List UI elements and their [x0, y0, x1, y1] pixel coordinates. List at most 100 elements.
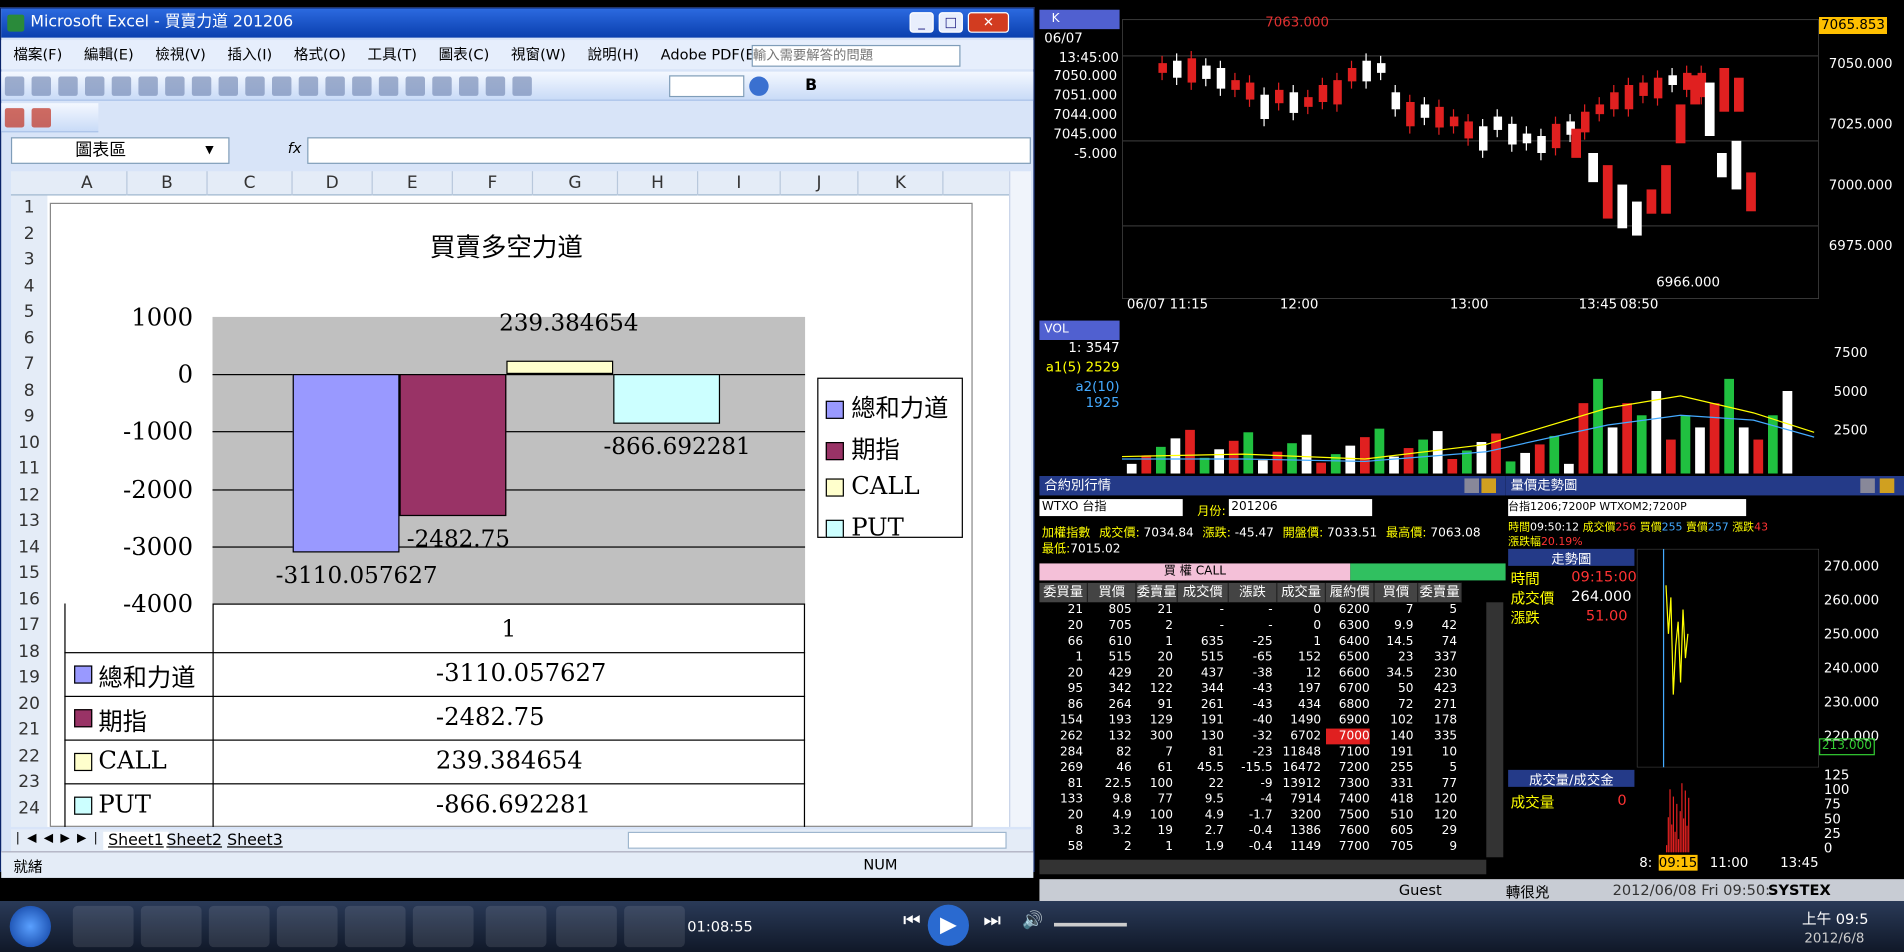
row-header-16[interactable]: 16 — [11, 590, 47, 609]
options-row[interactable]: 269 46 61 45.5 -15.5 16472 7200 255 5 — [1039, 760, 1486, 776]
options-col-header[interactable]: 委買量 — [1039, 582, 1089, 603]
column-header-F[interactable]: F — [453, 171, 534, 196]
plot-area[interactable] — [212, 316, 806, 605]
horizontal-scrollbar[interactable] — [627, 831, 1007, 849]
row-header-6[interactable]: 6 — [11, 328, 47, 347]
options-row[interactable]: 58 2 1 1.9 -0.4 1149 7700 705 9 — [1039, 839, 1486, 855]
row-header-21[interactable]: 21 — [11, 720, 47, 739]
product-select[interactable]: WTXO 台指 — [1039, 499, 1183, 517]
sheet-nav-icons[interactable]: |◀◀▶▶| — [16, 832, 105, 845]
options-row[interactable]: 284 82 7 81 -23 11848 7100 191 10 — [1039, 744, 1486, 760]
options-row[interactable]: 262 132 300 130 -32 6702 7000 140 335 — [1039, 728, 1486, 745]
app-icon-3[interactable] — [208, 905, 270, 948]
pdf-convert-icon[interactable] — [4, 108, 25, 128]
copy-icon[interactable] — [245, 76, 265, 96]
bar-總和力道[interactable] — [292, 374, 400, 553]
app-icon-2[interactable] — [140, 905, 202, 948]
maximize-button[interactable]: □ — [938, 12, 963, 33]
volume-bars[interactable] — [1122, 323, 1819, 474]
format-painter-icon[interactable] — [298, 76, 319, 96]
menu-edit[interactable]: 編輯(E) — [84, 46, 134, 63]
options-row[interactable]: 1 515 20 515 -65 152 6500 23 337 — [1039, 650, 1486, 666]
formula-bar[interactable] — [307, 137, 1031, 164]
options-col-header[interactable]: 履約價 — [1326, 582, 1375, 603]
menu-view[interactable]: 檢視(V) — [155, 46, 205, 63]
start-button[interactable] — [9, 905, 52, 948]
menu-window[interactable]: 視窗(W) — [511, 46, 566, 63]
options-col-header[interactable]: 委賣量 — [1136, 582, 1178, 603]
row-header-11[interactable]: 11 — [11, 459, 47, 478]
row-header-9[interactable]: 9 — [11, 407, 47, 426]
options-col-header[interactable]: 買價 — [1088, 582, 1137, 603]
minimize-button[interactable]: _ — [909, 12, 934, 33]
rewind-icon[interactable]: ⏮ — [894, 908, 930, 944]
options-row[interactable]: 154 193 129 191 -40 1490 6900 102 178 — [1039, 713, 1486, 729]
options-row[interactable]: 95 342 122 344 -43 197 6700 50 423 — [1039, 681, 1486, 697]
menu-adobe-pdf[interactable]: Adobe PDF(B) — [661, 46, 761, 63]
autosum-icon[interactable] — [405, 76, 426, 96]
paste-icon[interactable] — [272, 76, 292, 96]
play-button[interactable]: ▶ — [927, 904, 970, 946]
column-header-E[interactable]: E — [373, 171, 453, 196]
trend-search-icon[interactable] — [1860, 478, 1875, 494]
row-header-23[interactable]: 23 — [11, 772, 47, 791]
help-icon[interactable] — [1481, 478, 1497, 494]
new-icon[interactable] — [4, 76, 25, 96]
vertical-scrollbar[interactable] — [1009, 171, 1031, 827]
column-header-K[interactable]: K — [859, 171, 944, 196]
column-header-I[interactable]: I — [698, 171, 781, 196]
row-header-10[interactable]: 10 — [11, 433, 47, 452]
row-header-24[interactable]: 24 — [11, 798, 47, 817]
trend-price-line[interactable] — [1636, 548, 1820, 768]
trend-help-icon[interactable] — [1879, 478, 1895, 494]
menu-help[interactable]: 說明(H) — [588, 46, 639, 63]
volume-icon[interactable]: 🔊 — [1022, 911, 1043, 930]
column-header-D[interactable]: D — [293, 171, 373, 196]
sort-desc-icon[interactable] — [459, 76, 479, 96]
column-header-G[interactable]: G — [533, 171, 619, 196]
month-select[interactable]: 201206 — [1228, 499, 1373, 517]
options-row[interactable]: 20 4.9 100 4.9 -1.7 3200 7500 510 120 — [1039, 808, 1486, 824]
options-row[interactable]: 133 9.8 77 9.5 -4 7914 7400 418 120 — [1039, 792, 1486, 808]
legend-item-CALL[interactable]: CALL — [825, 471, 920, 500]
menu-insert[interactable]: 插入(I) — [227, 46, 272, 63]
options-col-header[interactable]: 買價 — [1374, 582, 1419, 603]
undo-icon[interactable] — [325, 76, 345, 96]
save-icon[interactable] — [58, 76, 78, 96]
zoom-select[interactable] — [669, 75, 745, 98]
row-header-15[interactable]: 15 — [11, 563, 47, 582]
bold-icon[interactable]: B — [805, 77, 817, 95]
options-col-header[interactable]: 成交價 — [1177, 582, 1229, 603]
kline-candles[interactable] — [1122, 19, 1820, 299]
open-icon[interactable] — [31, 76, 52, 96]
trend-volume-bars[interactable] — [1637, 767, 1819, 853]
legend-item-期指[interactable]: 期指 — [825, 430, 900, 465]
options-row[interactable]: 86 264 91 261 -43 434 6800 72 271 — [1039, 697, 1486, 713]
help-icon[interactable] — [749, 76, 769, 96]
chart-wizard-icon[interactable] — [485, 76, 506, 96]
column-header-J[interactable]: J — [781, 171, 859, 196]
options-row[interactable]: 21 805 21 - - 0 6200 7 5 — [1039, 602, 1486, 618]
drawing-icon[interactable] — [512, 76, 532, 96]
row-header-17[interactable]: 17 — [11, 616, 47, 635]
options-table-body[interactable]: 21 805 21- -0 6200 7 5 20 705 2- -0 6300 9.9 42 66 610 1… — [1039, 602, 1505, 855]
chart-legend[interactable]: 總和力道 期指 CALL PUT — [817, 377, 963, 542]
app-icon-9[interactable] — [624, 905, 685, 948]
options-col-header[interactable]: 漲跌 — [1228, 582, 1278, 603]
row-header-4[interactable]: 4 — [11, 276, 47, 295]
tab-sheet3[interactable]: Sheet3 — [227, 832, 283, 850]
spelling-icon[interactable] — [165, 76, 185, 96]
options-hscroll[interactable] — [1039, 859, 1487, 875]
app-icon-5[interactable] — [344, 905, 406, 948]
options-row[interactable]: 8 3.2 19 2.7 -0.4 1386 7600 605 29 — [1039, 823, 1486, 839]
volume-slider[interactable] — [1054, 922, 1127, 927]
app-icon-7[interactable] — [485, 905, 547, 948]
options-row[interactable]: 20 429 20 437 -38 12 6600 34.5 230 — [1039, 665, 1486, 681]
tab-sheet2[interactable]: Sheet2 — [166, 832, 222, 850]
row-header-3[interactable]: 3 — [11, 250, 47, 269]
row-header-14[interactable]: 14 — [11, 537, 47, 556]
bar-PUT[interactable] — [613, 374, 721, 424]
search-icon[interactable] — [1464, 478, 1480, 494]
legend-item-總和力道[interactable]: 總和力道 — [825, 389, 948, 424]
bar-CALL[interactable] — [506, 360, 614, 375]
